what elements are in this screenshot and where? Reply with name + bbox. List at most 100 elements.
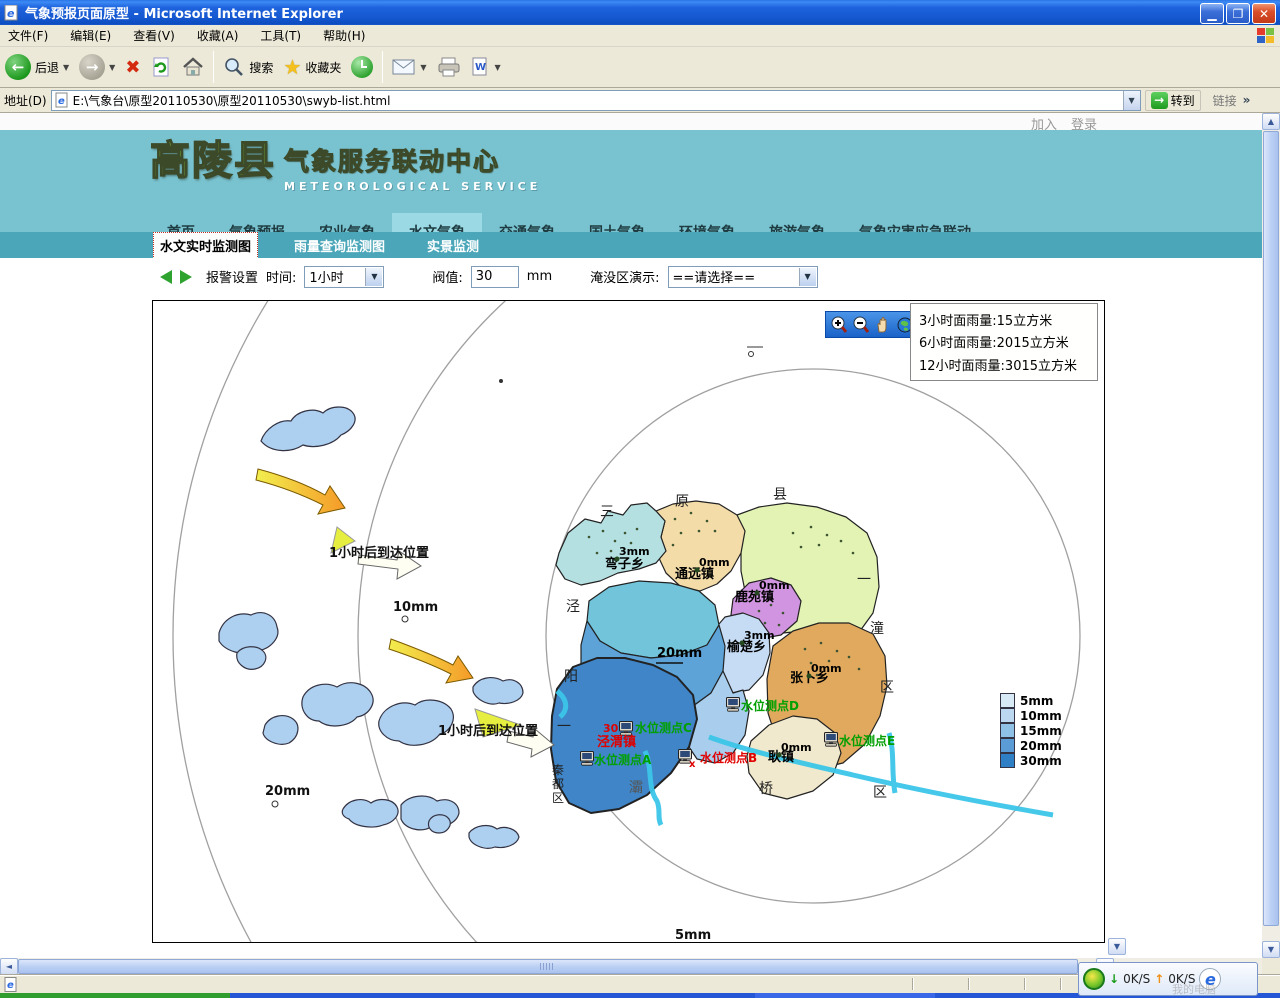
scroll-up-button[interactable]: ▲	[1262, 113, 1280, 130]
time-select-arrow-icon[interactable]: ▼	[365, 268, 382, 286]
next-arrow-icon[interactable]	[180, 270, 192, 284]
top-strip: 加入 登录	[0, 113, 1262, 130]
rain-dot	[807, 674, 812, 679]
site-logo: 高陵县 气象服务联动中心 METEOROLOGICAL SERVICE	[150, 138, 541, 193]
close-button[interactable]: ✕	[1252, 3, 1276, 24]
edit-icon: W	[471, 57, 491, 77]
window-title: 气象预报页面原型 - Microsoft Internet Explorer	[25, 3, 343, 22]
flood-select[interactable]: ==请选择== ▼	[668, 266, 818, 288]
zoom-in-icon[interactable]	[829, 315, 849, 335]
print-icon	[437, 57, 461, 77]
scrollbar-corner	[1262, 958, 1280, 975]
legend-swatch	[1000, 753, 1015, 768]
legend-10mm: 10mm	[1020, 709, 1062, 723]
subtab-realtime-monitor[interactable]: 水文实时监测图	[153, 232, 258, 259]
menu-help[interactable]: 帮助(H)	[323, 27, 365, 44]
forward-button[interactable]: → ▼	[74, 49, 120, 85]
station-a-label: 水位测点A	[594, 752, 652, 767]
search-button[interactable]: 搜索	[218, 49, 278, 85]
search-icon	[223, 56, 245, 78]
station-a[interactable]: 水位测点A	[581, 752, 653, 768]
menu-tools[interactable]: 工具(T)	[260, 27, 301, 44]
subtab-rain-query[interactable]: 雨量查询监测图	[288, 233, 391, 258]
wind-arrows	[256, 469, 473, 683]
rain-12h: 12小时面雨量:3015立方米	[919, 355, 1089, 374]
go-button[interactable]: → 转到	[1145, 90, 1201, 111]
refresh-button[interactable]	[145, 49, 177, 85]
arrival-label-2: 1小时后到达位置	[438, 723, 538, 739]
frame-scroll-down-button[interactable]: ▼	[1108, 938, 1126, 955]
station-b-mark: x	[689, 759, 696, 770]
neighbor-qin: 秦	[552, 763, 564, 777]
pan-hand-icon[interactable]	[873, 315, 893, 335]
favorites-button[interactable]: ★ 收藏夹	[278, 49, 346, 85]
vertical-scroll-thumb[interactable]	[1263, 131, 1279, 926]
neighbor-jing: 泾	[566, 599, 580, 615]
station-d[interactable]: 水位测点D	[727, 698, 800, 714]
links-label[interactable]: 链接	[1213, 92, 1237, 109]
legend-swatch	[1000, 693, 1015, 708]
edit-dropdown-icon[interactable]: ▼	[495, 63, 501, 72]
back-dropdown-icon[interactable]: ▼	[63, 63, 69, 72]
threshold-input[interactable]	[471, 266, 519, 288]
neighbor-dash-right: 一	[857, 572, 871, 588]
alarm-controls: 报警设置 时间: 1小时 ▼ 阀值: mm 淹没区演示: ==请选择== ▼	[0, 258, 1262, 295]
svg-text:e: e	[7, 980, 14, 991]
toolbar-separator	[213, 51, 214, 83]
rain-dot	[755, 591, 760, 596]
zoom-out-icon[interactable]	[851, 315, 871, 335]
title-bar: e 气象预报页面原型 - Microsoft Internet Explorer…	[0, 0, 1280, 25]
forward-icon: →	[79, 54, 105, 80]
history-button[interactable]	[346, 49, 378, 85]
home-button[interactable]	[177, 49, 209, 85]
windows-logo-icon	[1257, 28, 1274, 44]
prev-arrow-icon[interactable]	[160, 270, 172, 284]
favorites-label: 收藏夹	[305, 59, 341, 76]
links-chevron-icon[interactable]: »	[1243, 93, 1251, 107]
scroll-thumb-grip	[540, 963, 554, 970]
minimize-button[interactable]: ▁	[1200, 3, 1224, 24]
station-e[interactable]: 水位测点E	[825, 733, 896, 749]
time-select[interactable]: 1小时 ▼	[304, 266, 384, 288]
station-e-label: 水位测点E	[839, 733, 895, 748]
address-input[interactable]	[73, 92, 1103, 109]
back-label: 后退	[35, 59, 59, 76]
sub-nav: 水文实时监测图 雨量查询监测图 实景监测	[0, 232, 1262, 258]
scroll-down-button[interactable]: ▼	[1262, 941, 1280, 958]
download-speed: 0K/S	[1123, 972, 1150, 986]
back-icon: ←	[5, 54, 31, 80]
subtab-live-view[interactable]: 实景监测	[421, 233, 485, 258]
scroll-left-button[interactable]: ◄	[0, 958, 18, 975]
speed-meter-icon	[1083, 968, 1105, 990]
back-button[interactable]: ← 后退 ▼	[0, 49, 74, 85]
address-dropdown-icon[interactable]: ▼	[1123, 91, 1140, 110]
print-button[interactable]	[432, 49, 466, 85]
rain-zhangbu: 0mm	[811, 662, 842, 675]
map-area[interactable]: 1小时后到达位置 1小时后到达位置 10mm 20mm 5mm 弯子乡 3mm …	[152, 300, 1105, 943]
network-speed-widget[interactable]: ↓ 0K/S ↑ 0K/S e	[1078, 962, 1258, 996]
label-wanzi: 弯子乡	[605, 556, 644, 572]
menu-bar: 文件(F) 编辑(E) 查看(V) 收藏(A) 工具(T) 帮助(H)	[0, 25, 1280, 47]
restore-button[interactable]: ❐	[1226, 3, 1250, 24]
rain-dot	[695, 568, 700, 573]
station-b[interactable]: x 水位测点B	[679, 750, 758, 771]
ring-label-10mm: 10mm	[393, 600, 438, 615]
address-field[interactable]: e ▼	[51, 90, 1141, 111]
legend-swatch	[1000, 723, 1015, 738]
menu-file[interactable]: 文件(F)	[8, 27, 48, 44]
edit-button[interactable]: W ▼	[466, 49, 506, 85]
menu-edit[interactable]: 编辑(E)	[70, 27, 111, 44]
flood-depth-label: 20mm	[657, 646, 702, 661]
mail-button[interactable]: ▼	[387, 49, 431, 85]
favorites-star-icon: ★	[283, 55, 301, 79]
neighbor-tong: 潼	[870, 620, 884, 637]
rain-gengzhen: 0mm	[781, 741, 812, 754]
stop-button[interactable]: ✖	[120, 49, 145, 85]
flood-select-arrow-icon[interactable]: ▼	[799, 268, 816, 286]
station-b-label: 水位测点B	[700, 750, 757, 765]
forward-dropdown-icon[interactable]: ▼	[109, 63, 115, 72]
menu-view[interactable]: 查看(V)	[133, 27, 175, 44]
mail-dropdown-icon[interactable]: ▼	[420, 63, 426, 72]
menu-favorites[interactable]: 收藏(A)	[197, 27, 239, 44]
hydrology-map: 1小时后到达位置 1小时后到达位置 10mm 20mm 5mm 弯子乡 3mm …	[153, 301, 1104, 942]
